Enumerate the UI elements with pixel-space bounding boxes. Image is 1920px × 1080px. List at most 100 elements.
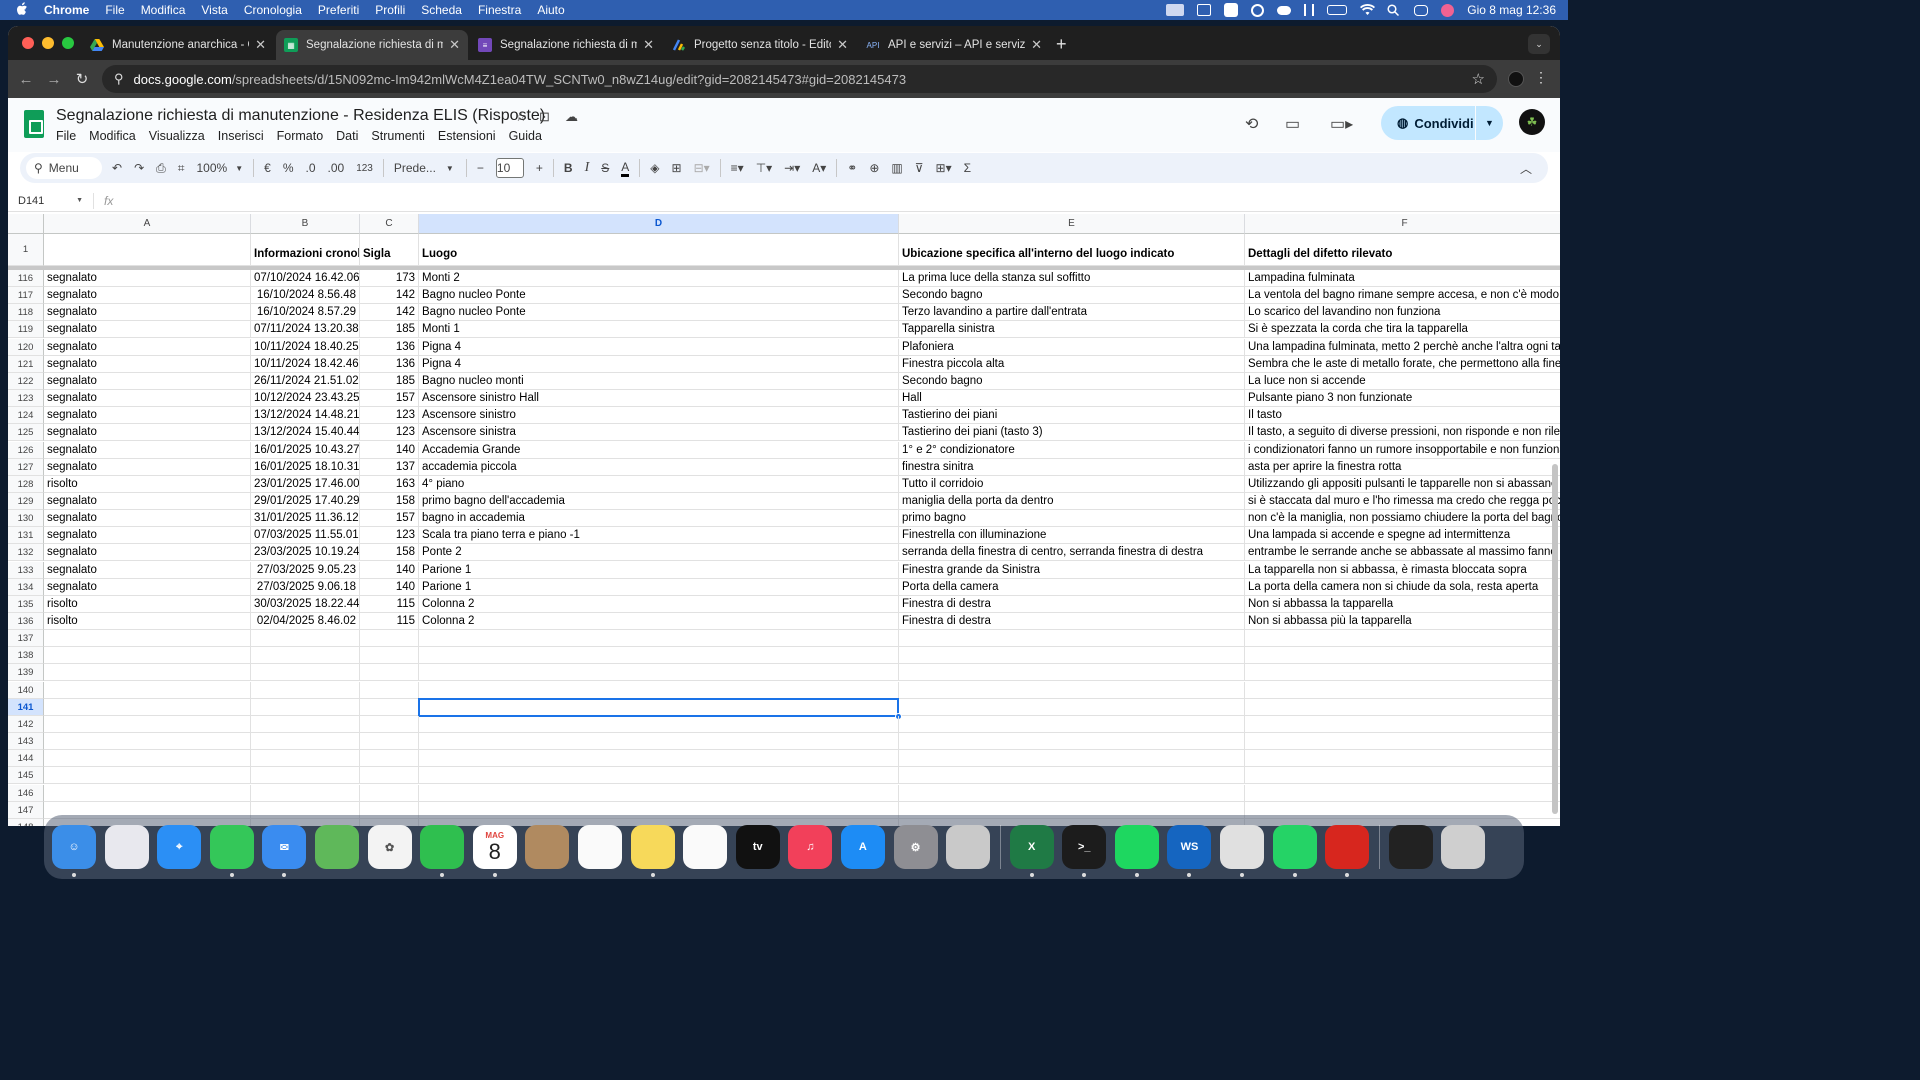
empty-cell[interactable] (251, 767, 360, 784)
row-number[interactable]: 117 (8, 287, 44, 304)
cell-e[interactable]: Terzo lavandino a partire dall'entrata (899, 304, 1245, 321)
cell-d[interactable]: Colonna 2 (419, 613, 899, 630)
text-color-icon[interactable]: A (621, 160, 630, 177)
tab-api-servizi[interactable]: API API e servizi – API e servizi – ✕ (858, 30, 1050, 60)
dock-messages-icon[interactable] (209, 825, 254, 877)
menu-visualizza[interactable]: Visualizza (149, 129, 205, 143)
cell-f[interactable]: entrambe le serrande anche se abbassate … (1245, 544, 1560, 561)
row-number[interactable]: 142 (8, 716, 44, 733)
cell-a[interactable]: segnalato (44, 321, 251, 338)
font-size-input[interactable]: 10 (495, 158, 524, 178)
row-number[interactable]: 133 (8, 562, 44, 579)
header-cell-b[interactable]: Informazioni cronologiche (251, 234, 360, 266)
row-number[interactable]: 141 (8, 699, 44, 716)
empty-cell[interactable] (1245, 699, 1560, 716)
apple-icon[interactable] (14, 1, 30, 19)
cell-c[interactable]: 136 (360, 356, 419, 373)
dock-music-icon[interactable]: ♫ (788, 825, 833, 869)
empty-cell[interactable] (899, 716, 1245, 733)
menubar-cronologia[interactable]: Cronologia (244, 3, 302, 17)
empty-cell[interactable] (1245, 630, 1560, 647)
cell-f[interactable]: Il tasto (1245, 407, 1560, 424)
cell-d[interactable]: Ascensore sinistro Hall (419, 390, 899, 407)
cell-b[interactable]: 10/11/2024 18.42.46 (251, 356, 360, 373)
profile-avatar[interactable] (1508, 71, 1524, 87)
cloud-icon[interactable] (1277, 5, 1292, 15)
dock-calendar-icon[interactable]: MAG 8 (472, 825, 517, 877)
empty-cell[interactable] (44, 699, 251, 716)
minimize-window-button[interactable] (42, 37, 54, 49)
cell-e[interactable]: Tutto il corridoio (899, 476, 1245, 493)
cell-d[interactable]: Bagno nucleo Ponte (419, 287, 899, 304)
empty-cell[interactable] (899, 750, 1245, 767)
cell-f[interactable]: La tapparella non si abbassa, è rimasta … (1245, 562, 1560, 579)
document-title[interactable]: Segnalazione richiesta di manutenzione -… (56, 107, 545, 125)
print-icon[interactable]: ⎙ (156, 161, 166, 176)
cell-f[interactable]: La luce non si accende (1245, 373, 1560, 390)
empty-cell[interactable] (899, 785, 1245, 802)
cell-a[interactable]: segnalato (44, 287, 251, 304)
empty-cell[interactable] (360, 750, 419, 767)
cell-c[interactable]: 136 (360, 339, 419, 356)
cell-e[interactable]: Porta della camera (899, 579, 1245, 596)
column-header-f[interactable]: F (1245, 214, 1560, 234)
bold-icon[interactable]: B (564, 161, 573, 175)
tab-segnalazione-form[interactable]: ≡ Segnalazione richiesta di man ✕ (470, 30, 662, 60)
cell-e[interactable]: Finestrella con illuminazione (899, 527, 1245, 544)
cell-d[interactable]: accademia piccola (419, 459, 899, 476)
cell-a[interactable]: segnalato (44, 339, 251, 356)
cell-c[interactable]: 123 (360, 424, 419, 441)
menubar-finestra[interactable]: Finestra (478, 3, 521, 17)
functions-icon[interactable]: Σ (964, 161, 971, 175)
empty-cell[interactable] (44, 785, 251, 802)
row-number[interactable]: 146 (8, 785, 44, 802)
font-select[interactable]: Prede... ▼ (394, 161, 456, 175)
filter-views-icon[interactable]: ⊞▾ (936, 161, 952, 175)
empty-cell[interactable] (44, 664, 251, 681)
empty-cell[interactable] (899, 664, 1245, 681)
row-number[interactable]: 144 (8, 750, 44, 767)
cell-a[interactable]: segnalato (44, 459, 251, 476)
dock-freeform-icon[interactable] (683, 825, 728, 869)
cell-d[interactable]: Pigna 4 (419, 356, 899, 373)
share-dropdown-icon[interactable]: ▼ (1475, 106, 1503, 140)
empty-cell[interactable] (44, 630, 251, 647)
cell-f[interactable]: i condizionatori fanno un rumore insoppo… (1245, 442, 1560, 459)
cell-b[interactable]: 10/12/2024 23.43.25 (251, 390, 360, 407)
dock-webstorm-icon[interactable]: WS (1167, 825, 1212, 877)
tab-segnalazione-sheet[interactable]: ▦ Segnalazione richiesta di man ✕ (276, 30, 468, 60)
vertical-align-icon[interactable]: ⊤▾ (756, 161, 772, 175)
cell-b[interactable]: 16/10/2024 8.57.29 (251, 304, 360, 321)
cell-e[interactable]: Tapparella sinistra (899, 321, 1245, 338)
menu-formato[interactable]: Formato (277, 129, 324, 143)
paint-format-icon[interactable]: ⌗ (178, 161, 185, 176)
dock-apple-tv-icon[interactable]: tv (735, 825, 780, 869)
account-avatar[interactable]: ☘ (1519, 109, 1545, 135)
dock-finder-icon[interactable]: ☺ (52, 825, 96, 877)
column-header-e[interactable]: E (899, 214, 1245, 234)
menubar-modifica[interactable]: Modifica (141, 3, 186, 17)
control-center-icon[interactable] (1414, 4, 1429, 16)
borders-icon[interactable]: ⊞ (672, 161, 682, 175)
menubar-app-name[interactable]: Chrome (44, 3, 89, 17)
close-tab-icon[interactable]: ✕ (255, 37, 266, 53)
row-number[interactable]: 131 (8, 527, 44, 544)
cell-b[interactable]: 07/03/2025 11.55.01 (251, 527, 360, 544)
empty-cell[interactable] (899, 682, 1245, 699)
dock-reminders-icon[interactable] (577, 825, 622, 869)
cell-d[interactable]: 4° piano (419, 476, 899, 493)
cloud-status-icon[interactable]: ☁ (565, 109, 578, 125)
empty-cell[interactable] (44, 750, 251, 767)
row-number[interactable]: 129 (8, 493, 44, 510)
cell-b[interactable]: 07/10/2024 16.42.06 (251, 270, 360, 287)
empty-cell[interactable] (360, 716, 419, 733)
menu-dati[interactable]: Dati (336, 129, 358, 143)
text-wrapping-icon[interactable]: ⇥▾ (784, 161, 800, 175)
cell-f[interactable]: asta per aprire la finestra rotta (1245, 459, 1560, 476)
cell-d[interactable]: Scala tra piano terra e piano -1 (419, 527, 899, 544)
back-icon[interactable]: ← (12, 71, 40, 88)
cell-f[interactable]: Lampadina fulminata (1245, 270, 1560, 287)
redo-icon[interactable]: ↷ (134, 161, 144, 175)
row-number[interactable]: 137 (8, 630, 44, 647)
column-header-d[interactable]: D (419, 214, 899, 234)
